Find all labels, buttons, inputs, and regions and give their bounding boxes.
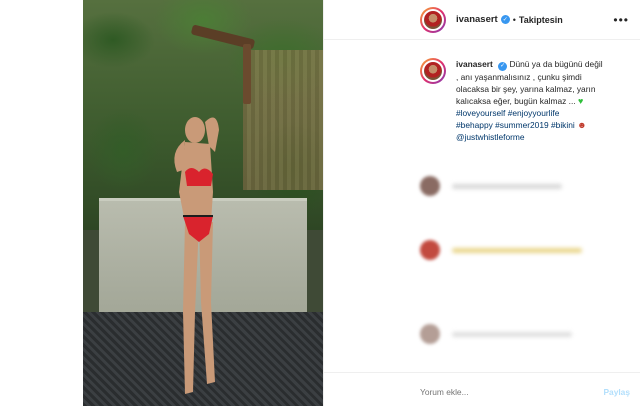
verified-icon: ✓: [500, 15, 510, 24]
following-button[interactable]: Takiptesin: [519, 15, 563, 25]
hashtag-link[interactable]: #enjoyyourlife: [508, 108, 560, 118]
list-item: [420, 324, 572, 344]
caption-line-3: olacaksa bir şey, yarına kalmaz, yarın: [456, 83, 596, 94]
comment-text: [452, 331, 572, 337]
comment-bar: Paylaş: [420, 382, 630, 402]
caption-line-4: kalıcaksa eğer, bugün kalmaz ... ♥: [456, 95, 630, 107]
photo-person: [155, 112, 225, 402]
caption: ivanasert ✓ Dünü ya da bügünü değil , an…: [420, 58, 630, 143]
list-item: [420, 240, 582, 260]
comment-text: [452, 247, 582, 253]
photo-fence: [243, 50, 323, 190]
caption-line-2: , anı yaşanmalısınız , çunku şimdi: [456, 71, 582, 82]
post-photo[interactable]: [83, 0, 323, 406]
caption-username[interactable]: ivanasert: [456, 59, 493, 69]
avatar[interactable]: [420, 176, 440, 196]
header-separator: •: [512, 14, 516, 25]
header-username[interactable]: ivanasert: [456, 14, 498, 25]
caption-line-1: ivanasert ✓ Dünü ya da bügünü değil: [456, 58, 630, 71]
mention-line: @justwhistleforme: [456, 131, 630, 143]
post-comment-button[interactable]: Paylaş: [603, 387, 630, 397]
devil-icon: ☻: [577, 119, 587, 130]
post-side-pane: ivanasert ✓ • Takiptesin ••• ivanasert ✓…: [323, 0, 640, 406]
hashtag-line-2: #behappy #summer2019 #bikini ☻: [456, 119, 630, 131]
hashtag-link[interactable]: #loveyourself: [456, 108, 505, 118]
more-horizontal-icon[interactable]: •••: [613, 13, 629, 27]
avatar[interactable]: [420, 6, 446, 33]
green-heart-icon: ♥: [577, 95, 584, 106]
caption-text-1: Dünü ya da bügünü değil: [509, 59, 603, 69]
hashtag-link[interactable]: #summer2019: [495, 120, 549, 130]
mention-link[interactable]: @justwhistleforme: [456, 132, 525, 142]
photo-shower-post: [243, 44, 251, 104]
list-item: [420, 176, 562, 196]
divider: [324, 372, 640, 373]
hashtag-link[interactable]: #behappy: [456, 120, 493, 130]
avatar[interactable]: [420, 324, 440, 344]
caption-text-4: kalıcaksa eğer, bugün kalmaz ...: [456, 95, 576, 106]
avatar[interactable]: [420, 240, 440, 260]
caption-text: ivanasert ✓ Dünü ya da bügünü değil , an…: [456, 58, 630, 143]
hashtag-link[interactable]: #bikini: [551, 120, 575, 130]
caption-avatar[interactable]: [420, 58, 446, 84]
post-header: ivanasert ✓ • Takiptesin •••: [324, 0, 640, 40]
hashtag-line-1: #loveyourself #enjoyyourlife: [456, 107, 630, 119]
comment-input[interactable]: [420, 387, 570, 397]
comment-text: [452, 183, 562, 189]
verified-icon: ✓: [498, 61, 508, 71]
